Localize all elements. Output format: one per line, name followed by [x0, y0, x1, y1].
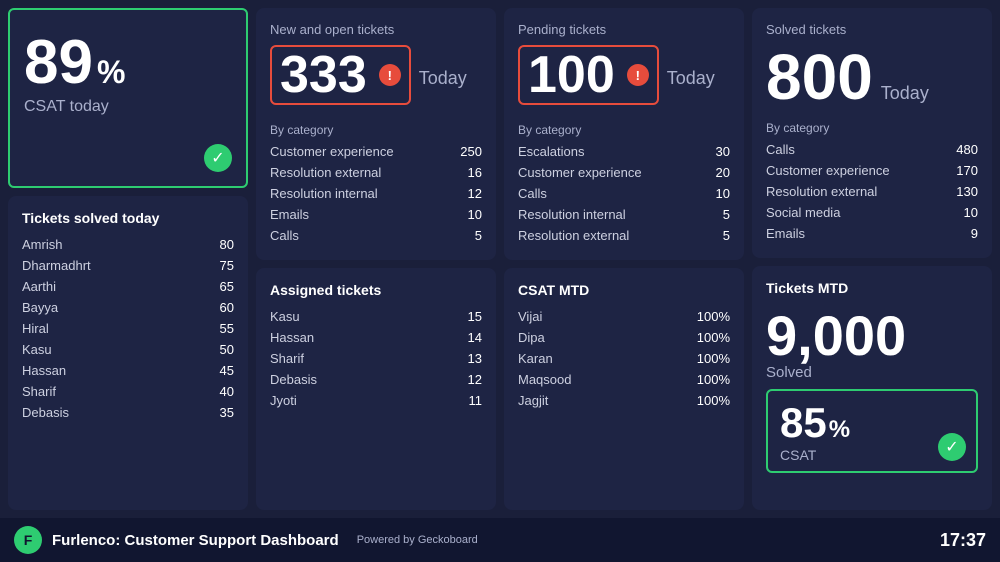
list-item: Debasis12: [270, 369, 482, 390]
list-item: Emails9: [766, 223, 978, 244]
solved-list: Calls480Customer experience170Resolution…: [766, 139, 978, 244]
new-open-by-category: By category: [270, 123, 482, 137]
list-item: Karan100%: [518, 348, 730, 369]
solved-title: Solved tickets: [766, 22, 978, 37]
list-item: Aarthi65: [22, 276, 234, 297]
csat-mtd-list: Vijai100%Dipa100%Karan100%Maqsood100%Jag…: [518, 306, 730, 411]
list-item: Social media10: [766, 202, 978, 223]
mtd-csat-label: CSAT: [780, 447, 964, 463]
pending-today-label: Today: [667, 68, 715, 89]
footer-logo: F Furlenco: Customer Support Dashboard P…: [14, 526, 478, 554]
footer-logo-icon: F: [14, 526, 42, 554]
csat-percent: %: [97, 54, 125, 91]
footer-title: Furlenco: Customer Support Dashboard: [52, 532, 339, 549]
list-item: Sharif13: [270, 348, 482, 369]
list-item: Resolution external5: [518, 225, 730, 246]
solved-by-category: By category: [766, 121, 978, 135]
list-item: Resolution external130: [766, 181, 978, 202]
list-item: Dharmadhrt75: [22, 255, 234, 276]
solved-value: 800: [766, 45, 873, 109]
assigned-title: Assigned tickets: [270, 282, 482, 298]
new-open-list: Customer experience250Resolution externa…: [270, 141, 482, 246]
csat-value: 89: [24, 32, 93, 94]
new-open-bordered: 333 !: [270, 45, 411, 105]
mtd-value: 9,000: [766, 308, 906, 364]
csat-check-icon: ✓: [204, 144, 232, 172]
tickets-solved-today-panel: Tickets solved today Amrish80Dharmadhrt7…: [8, 196, 248, 510]
list-item: Calls5: [270, 225, 482, 246]
list-item: Resolution internal12: [270, 183, 482, 204]
mtd-csat-box: 85 % CSAT ✓: [766, 389, 978, 473]
mtd-csat-percent: %: [829, 416, 850, 444]
list-item: Customer experience20: [518, 162, 730, 183]
solved-tickets-panel: Solved tickets 800 Today By category Cal…: [752, 8, 992, 258]
list-item: Vijai100%: [518, 306, 730, 327]
list-item: Jyoti11: [270, 390, 482, 411]
new-open-alert-icon: !: [379, 64, 401, 86]
footer: F Furlenco: Customer Support Dashboard P…: [0, 518, 1000, 562]
list-item: Jagjit100%: [518, 390, 730, 411]
list-item: Calls10: [518, 183, 730, 204]
mtd-csat-check-icon: ✓: [938, 433, 966, 461]
assigned-tickets-panel: Assigned tickets Kasu15Hassan14Sharif13D…: [256, 268, 496, 510]
list-item: Resolution external16: [270, 162, 482, 183]
new-open-today-label: Today: [419, 68, 467, 89]
pending-by-category: By category: [518, 123, 730, 137]
csat-mtd-panel: CSAT MTD Vijai100%Dipa100%Karan100%Maqso…: [504, 268, 744, 510]
new-open-tickets-panel: New and open tickets 333 ! Today By cate…: [256, 8, 496, 260]
pending-tickets-panel: Pending tickets 100 ! Today By category …: [504, 8, 744, 260]
list-item: Kasu15: [270, 306, 482, 327]
list-item: Escalations30: [518, 141, 730, 162]
tickets-solved-title: Tickets solved today: [22, 210, 234, 226]
list-item: Dipa100%: [518, 327, 730, 348]
list-item: Debasis35: [22, 402, 234, 423]
tickets-mtd-panel: Tickets MTD 9,000 Solved 85 % CSAT ✓: [752, 266, 992, 510]
csat-today-panel: 89 % CSAT today ✓: [8, 8, 248, 188]
pending-alert-icon: !: [627, 64, 649, 86]
assigned-list: Kasu15Hassan14Sharif13Debasis12Jyoti11: [270, 306, 482, 411]
list-item: Hiral55: [22, 318, 234, 339]
list-item: Calls480: [766, 139, 978, 160]
pending-bordered: 100 !: [518, 45, 659, 105]
list-item: Hassan14: [270, 327, 482, 348]
list-item: Resolution internal5: [518, 204, 730, 225]
pending-list: Escalations30Customer experience20Calls1…: [518, 141, 730, 246]
list-item: Customer experience170: [766, 160, 978, 181]
list-item: Bayya60: [22, 297, 234, 318]
new-open-value: 333: [280, 49, 367, 101]
csat-mtd-title: CSAT MTD: [518, 282, 730, 298]
solved-today-label: Today: [881, 83, 929, 104]
mtd-csat-value: 85: [780, 399, 827, 447]
mtd-solved-label: Solved: [766, 364, 978, 381]
list-item: Sharif40: [22, 381, 234, 402]
list-item: Maqsood100%: [518, 369, 730, 390]
list-item: Customer experience250: [270, 141, 482, 162]
new-open-title: New and open tickets: [270, 22, 482, 37]
list-item: Amrish80: [22, 234, 234, 255]
pending-title: Pending tickets: [518, 22, 730, 37]
tickets-mtd-title: Tickets MTD: [766, 280, 978, 296]
footer-subtitle: Powered by Geckoboard: [357, 534, 478, 546]
pending-value: 100: [528, 49, 615, 101]
list-item: Hassan45: [22, 360, 234, 381]
list-item: Kasu50: [22, 339, 234, 360]
list-item: Emails10: [270, 204, 482, 225]
tickets-solved-list: Amrish80Dharmadhrt75Aarthi65Bayya60Hiral…: [22, 234, 234, 423]
footer-time: 17:37: [940, 530, 986, 551]
csat-label: CSAT today: [24, 98, 232, 116]
